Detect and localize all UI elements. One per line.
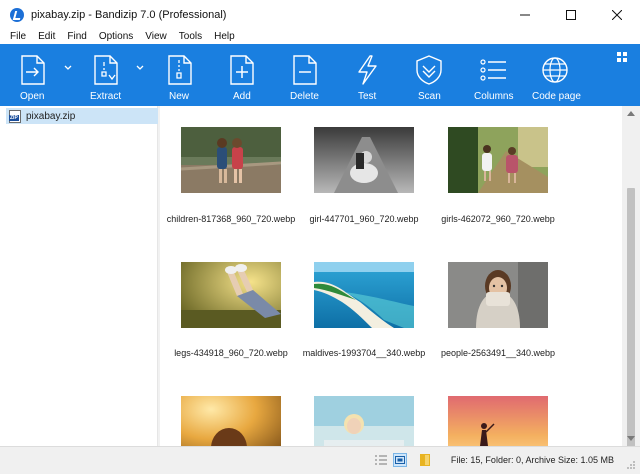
window-title: pixabay.zip - Bandizip 7.0 (Professional… xyxy=(31,9,227,21)
extract-button[interactable]: Extract xyxy=(88,44,124,106)
file-name: legs-434918_960_720.webp xyxy=(174,348,288,358)
sunset-portrait-photo xyxy=(181,396,281,446)
preview-pane-icon xyxy=(420,454,430,466)
code-page-label: Code page xyxy=(532,91,581,102)
girl-photo xyxy=(314,127,414,193)
scroll-down-button[interactable] xyxy=(622,432,640,446)
delete-label: Delete xyxy=(290,91,319,102)
thumbnail-view-icon xyxy=(395,456,405,464)
scroll-up-arrow-icon xyxy=(627,111,635,116)
file-name: people-2563491__340.webp xyxy=(440,348,556,358)
scan-button[interactable]: Scan xyxy=(413,44,445,106)
add-file-icon xyxy=(230,55,254,85)
scroll-thumb[interactable] xyxy=(627,188,635,450)
columns-button[interactable]: Columns xyxy=(474,44,514,106)
open-button[interactable]: Open xyxy=(16,44,50,106)
thumbnail-image[interactable] xyxy=(448,262,548,328)
details-view-icon xyxy=(375,455,387,465)
file-name: maldives-1993704__340.webp xyxy=(302,348,426,358)
resize-grip-icon[interactable] xyxy=(626,460,636,470)
new-archive-icon xyxy=(168,55,192,85)
people-photo xyxy=(448,262,548,328)
scroll-up-button[interactable] xyxy=(622,106,640,120)
file-thumbnail-grid: children-817368_960_720.webp girl-447701… xyxy=(160,106,622,446)
zip-archive-icon xyxy=(9,109,21,123)
menu-help[interactable]: Help xyxy=(208,30,241,44)
add-button[interactable]: Add xyxy=(227,44,257,106)
window-controls xyxy=(502,0,640,30)
menu-edit[interactable]: Edit xyxy=(32,30,61,44)
close-button[interactable] xyxy=(594,0,640,30)
children-photo xyxy=(181,127,281,193)
vertical-scrollbar[interactable] xyxy=(622,106,640,450)
toolbar: Open Extract New Add Delete Test Scan Co… xyxy=(0,44,640,106)
scroll-down-arrow-icon xyxy=(627,436,635,441)
scan-label: Scan xyxy=(418,91,441,102)
delete-file-icon xyxy=(293,55,317,85)
girls-photo xyxy=(448,127,548,193)
silhouette-sunset-photo xyxy=(448,396,548,446)
test-lightning-icon xyxy=(358,55,377,85)
archive-status-text: File: 15, Folder: 0, Archive Size: 1.05 … xyxy=(450,455,614,465)
legs-photo xyxy=(181,262,281,328)
thumbnail-image[interactable] xyxy=(448,127,548,193)
columns-label: Columns xyxy=(474,91,514,102)
thumbnail-image[interactable] xyxy=(181,127,281,193)
extract-dropdown-chevron-icon[interactable] xyxy=(135,63,145,73)
open-dropdown-chevron-icon[interactable] xyxy=(63,63,73,73)
maximize-icon xyxy=(566,10,576,20)
preview-pane-button[interactable] xyxy=(418,453,432,467)
thumbnail-image[interactable] xyxy=(448,396,548,446)
file-name: girl-447701_960_720.webp xyxy=(309,214,419,224)
extract-label: Extract xyxy=(90,91,122,102)
bandizip-app-icon xyxy=(10,8,24,22)
close-icon xyxy=(612,10,622,20)
menu-view[interactable]: View xyxy=(139,30,173,44)
thumbnail-image[interactable] xyxy=(181,396,281,446)
globe-icon xyxy=(542,57,568,83)
file-name: girls-462072_960_720.webp xyxy=(441,214,555,224)
car-portrait-photo xyxy=(314,396,414,446)
code-page-button[interactable]: Code page xyxy=(532,44,581,106)
archive-tree: pixabay.zip xyxy=(4,106,158,446)
thumbnail-view-button[interactable] xyxy=(393,453,407,467)
open-icon xyxy=(21,55,45,85)
menu-file[interactable]: File xyxy=(4,30,32,44)
new-button[interactable]: New xyxy=(164,44,196,106)
thumbnail-image[interactable] xyxy=(314,127,414,193)
menu-tools[interactable]: Tools xyxy=(173,30,208,44)
minimize-icon xyxy=(520,14,530,16)
open-label: Open xyxy=(20,91,45,102)
title-bar: pixabay.zip - Bandizip 7.0 (Professional… xyxy=(0,0,640,30)
add-label: Add xyxy=(233,91,251,102)
menu-options[interactable]: Options xyxy=(93,30,139,44)
tree-item-label: pixabay.zip xyxy=(26,110,76,122)
thumbnail-image[interactable] xyxy=(181,262,281,328)
details-view-button[interactable] xyxy=(374,453,388,467)
thumbnail-image[interactable] xyxy=(314,262,414,328)
test-button[interactable]: Test xyxy=(352,44,382,106)
delete-button[interactable]: Delete xyxy=(289,44,321,106)
maldives-photo xyxy=(314,262,414,328)
toolbar-options-icon[interactable] xyxy=(616,51,628,63)
status-bar: File: 15, Folder: 0, Archive Size: 1.05 … xyxy=(0,446,640,474)
file-name: children-817368_960_720.webp xyxy=(166,214,296,224)
test-label: Test xyxy=(358,91,377,102)
thumbnail-image[interactable] xyxy=(314,396,414,446)
extract-icon xyxy=(94,55,118,85)
minimize-button[interactable] xyxy=(502,0,548,30)
new-label: New xyxy=(169,91,190,102)
shield-scan-icon xyxy=(416,55,442,85)
tree-item-pixabay-zip[interactable]: pixabay.zip xyxy=(6,108,158,124)
columns-list-icon xyxy=(480,59,506,81)
menu-find[interactable]: Find xyxy=(61,30,92,44)
menu-bar: File Edit Find Options View Tools Help xyxy=(0,30,640,44)
maximize-button[interactable] xyxy=(548,0,594,30)
